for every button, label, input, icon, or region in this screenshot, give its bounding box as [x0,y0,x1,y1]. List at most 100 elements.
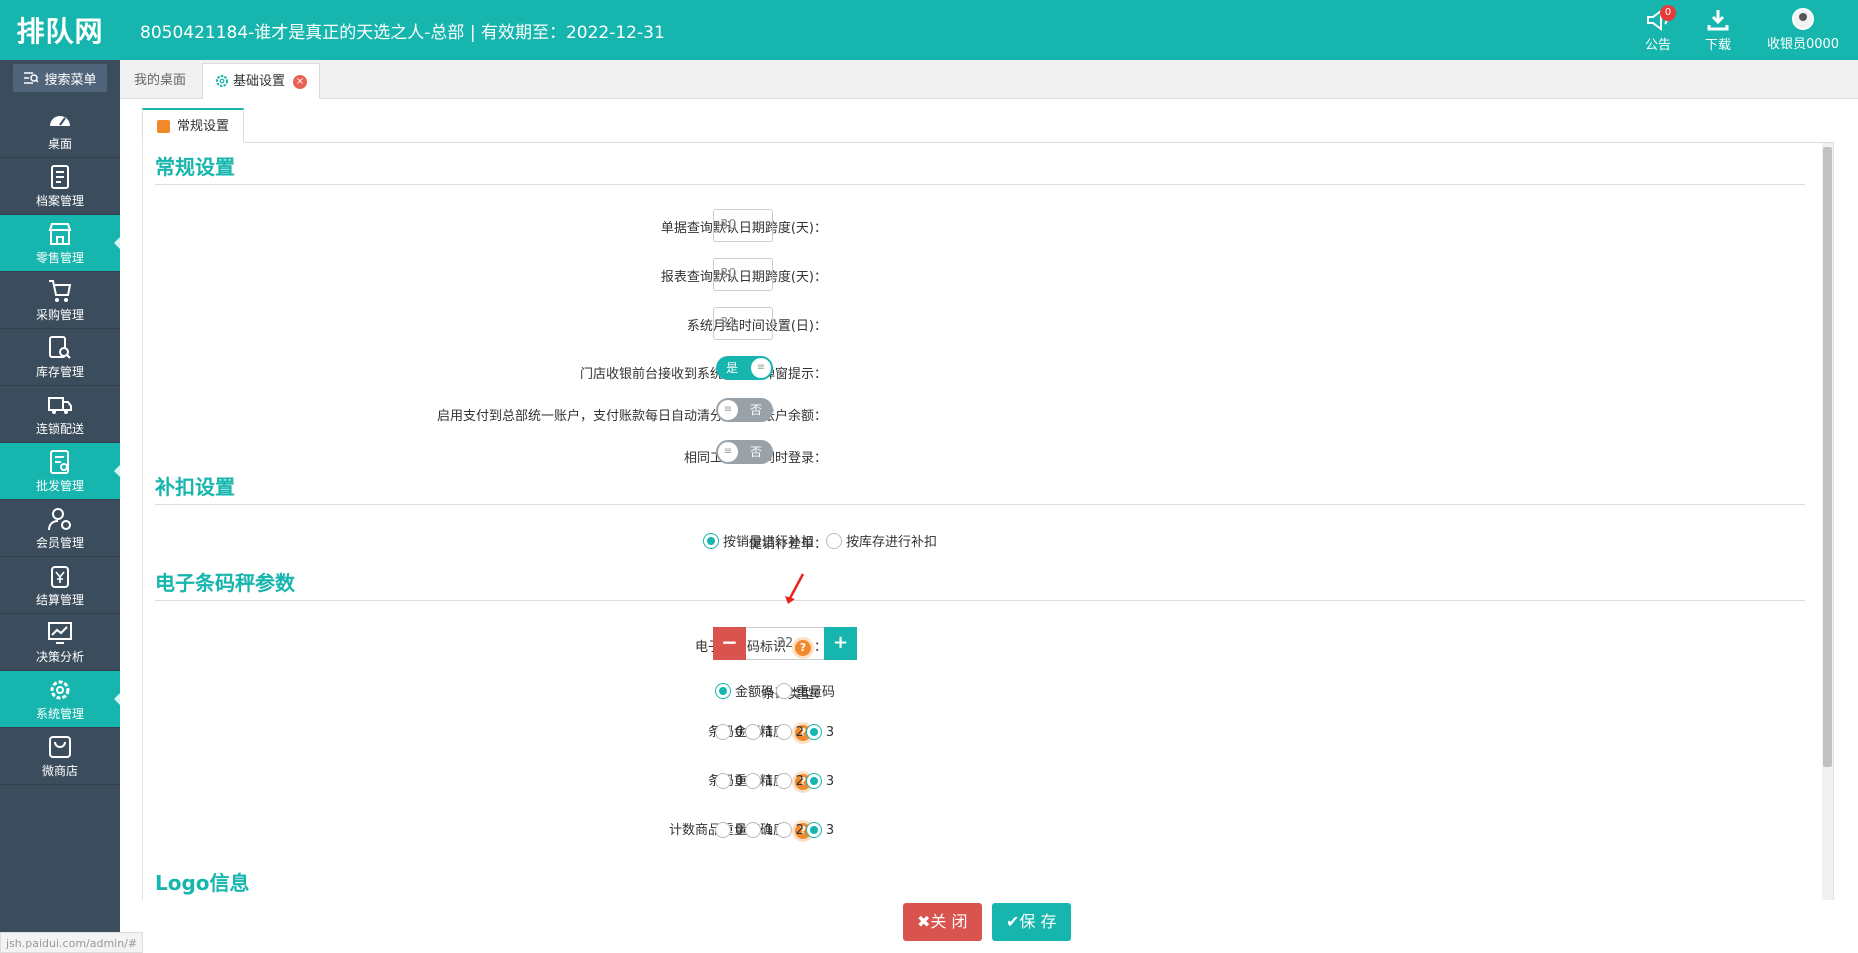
tab-strip: 我的桌面 基础设置 × [120,60,1858,99]
truck-icon [48,396,72,414]
radio-precision-option[interactable]: 3 [805,822,834,838]
radio-precision-option[interactable]: 1 [745,773,774,789]
radio-dot[interactable] [715,822,731,838]
download-button[interactable]: 下载 [1688,0,1748,60]
radio-precision-option[interactable]: 0 [715,773,743,789]
radio-dot[interactable] [775,724,792,740]
sidebar-item-member[interactable]: 会员管理 [0,500,120,557]
doc-query-input[interactable]: 30 [713,209,773,242]
radio-precision-option[interactable]: 2 [775,724,804,740]
sidebar-item-desktop[interactable]: 桌面 [0,101,120,158]
radio-dot[interactable] [715,682,731,699]
sidebar-item-delivery[interactable]: 连锁配送 [0,386,120,443]
radio-dot[interactable] [775,822,792,838]
close-button[interactable]: ✖关 闭 [903,903,982,941]
increment-button[interactable]: + [824,627,857,660]
radio-precision-option[interactable]: 0 [715,822,743,838]
radio-dot[interactable] [715,773,731,789]
scrollbar-thumb[interactable] [1823,147,1832,767]
sidebar-item-system[interactable]: 系统管理 [0,671,120,728]
logo[interactable]: 排队网 [0,0,120,60]
section-title-logo: Logo信息 [155,867,1805,900]
bag-icon [49,735,71,758]
radio-dot[interactable] [805,773,822,789]
sidebar-item-microstore[interactable]: 微商店 [0,728,120,785]
main-content: 常规设置 常规设置 单据查询默认日期跨度(天)： 30 报表查询默认日期跨度(天… [120,100,1858,900]
radio-weight-code[interactable]: 重量码 [776,681,835,700]
radio-dot[interactable] [715,724,731,740]
section-title-general: 常规设置 [155,151,1805,185]
sidebar-item-inventory[interactable]: 库存管理 [0,329,120,386]
radio-dot[interactable] [805,724,822,740]
radio-dot[interactable] [775,773,792,789]
sidebar-item-wholesale[interactable]: 批发管理 [0,443,120,500]
radio-label: 按销量进行补扣 [723,535,815,550]
radio-dot[interactable] [805,822,822,838]
radio-precision-option[interactable]: 3 [805,724,834,740]
report-query-input[interactable]: 30 [713,258,773,291]
month-close-input[interactable]: 31 [713,307,773,340]
radio-precision-option[interactable]: 1 [745,724,774,740]
count-precision-radio-group: 0 1 2 3 [715,822,836,838]
tab-basic-settings[interactable]: 基础设置 × [202,63,321,99]
settings-panel: 常规设置 单据查询默认日期跨度(天)： 30 报表查询默认日期跨度(天)： 30… [142,143,1834,900]
action-bar: ✖关 闭 ✔保 存 [120,900,1858,953]
sidebar-item-label: 微商店 [41,763,78,778]
toggle-state: 否 [750,403,763,417]
sidebar-item-label: 结算管理 [35,592,84,607]
tab-close-icon[interactable]: × [293,75,308,89]
status-url: jsh.paidui.com/admin/# [0,932,144,953]
popup-toggle[interactable]: 是 ≡ [716,356,773,380]
radio-by-stock[interactable]: 按库存进行补扣 [826,531,937,550]
radio-label: 0 [735,822,744,838]
barcode-type-radio-group: 金额码 重量码 [715,681,837,700]
radio-label: 1 [765,822,774,838]
radio-dot[interactable] [703,532,719,549]
store-icon [48,222,72,245]
sidebar-item-label: 零售管理 [35,250,84,265]
decrement-button[interactable]: − [713,627,746,660]
radio-precision-option[interactable]: 2 [775,822,804,838]
sidebar-item-label: 桌面 [47,136,72,151]
sidebar-item-archive[interactable]: 档案管理 [0,158,120,215]
radio-precision-option[interactable]: 0 [715,724,743,740]
sidebar-item-analysis[interactable]: 决策分析 [0,614,120,671]
subtab-general-settings[interactable]: 常规设置 [142,108,245,143]
radio-dot[interactable] [745,724,762,740]
page-title: 8050421184-谁才是真正的天选之人-总部 | 有效期至：2022-12-… [140,23,665,43]
sidebar: 搜索菜单 桌面 档案管理 零售管理 采购管理 库存管理 连锁配送 批发管理 会员… [0,60,120,953]
radio-precision-option[interactable]: 1 [745,822,774,838]
toggle-knob: ≡ [718,442,738,462]
radio-precision-option[interactable]: 3 [805,773,834,789]
member-icon [48,507,71,530]
tab-desktop[interactable]: 我的桌面 [120,63,200,99]
gear-icon [216,75,228,87]
wholesale-icon [50,449,69,474]
sidebar-item-label: 批发管理 [35,478,84,493]
notice-button[interactable]: 0 公告 [1628,0,1688,60]
search-menu-button[interactable]: 搜索菜单 [13,64,107,92]
promo-radio-group: 按销量进行补扣 按库存进行补扣 [703,531,939,550]
cart-icon [49,279,72,302]
sidebar-item-settlement[interactable]: 结算管理 [0,557,120,614]
sidebar-item-retail[interactable]: 零售管理 [0,215,120,272]
user-menu[interactable]: 收银员0000 [1748,0,1858,60]
sidebar-item-label: 会员管理 [35,535,84,550]
same-login-toggle[interactable]: ≡ 否 [716,440,773,464]
search-menu-label: 搜索菜单 [44,72,97,88]
radio-dot[interactable] [745,773,762,789]
scrollbar[interactable] [1822,143,1833,900]
barcode-flag-input[interactable]: 22 [746,627,824,660]
amount-precision-radio-group: 0 1 2 3 [715,724,836,740]
radio-dot[interactable] [826,532,843,549]
radio-dot[interactable] [776,682,793,699]
save-button[interactable]: ✔保 存 [992,903,1071,941]
sidebar-item-purchase[interactable]: 采购管理 [0,272,120,329]
radio-by-sales[interactable]: 按销量进行补扣 [703,531,814,550]
radio-amount-code[interactable]: 金额码 [715,681,774,700]
unified-account-toggle[interactable]: ≡ 否 [716,398,773,422]
radio-dot[interactable] [745,822,762,838]
radio-precision-option[interactable]: 2 [775,773,804,789]
sidebar-item-label: 连锁配送 [35,421,84,436]
toggle-knob: ≡ [718,400,738,420]
